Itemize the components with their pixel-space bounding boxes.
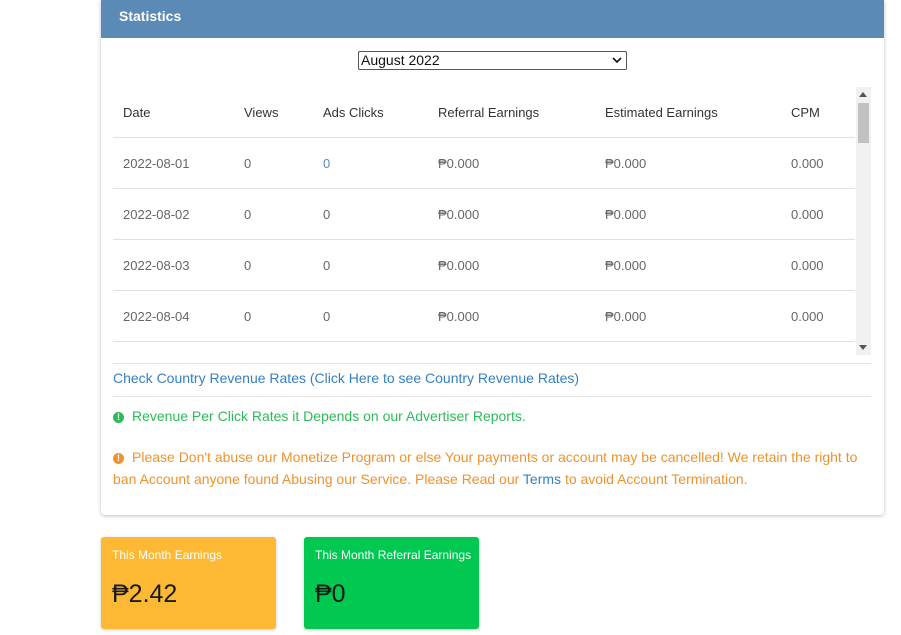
column-header-referral-earnings: Referral Earnings bbox=[428, 87, 595, 138]
cell-cpm: 0.000 bbox=[781, 137, 855, 189]
cell-estimated-earnings: ₱0.000 bbox=[595, 239, 781, 291]
referral-earnings-value: ₱0 bbox=[315, 580, 346, 608]
month-earnings-value: ₱2.42 bbox=[112, 580, 178, 608]
warning-text-end: to avoid Account Termination. bbox=[564, 471, 748, 487]
cell-views: 0 bbox=[234, 188, 313, 240]
scroll-down-arrow-icon[interactable] bbox=[859, 345, 867, 350]
cell-date: 2022-08-02 bbox=[113, 188, 234, 240]
cell-date: 2022-08-01 bbox=[113, 137, 234, 189]
table-row: 2022-08-03 0 0 ₱0.000 ₱0.000 0.000 bbox=[113, 239, 855, 291]
cell-referral-earnings: ₱0.000 bbox=[428, 290, 595, 342]
cell-cpm: 0.000 bbox=[781, 188, 855, 240]
statistics-card: Statistics August 2022 Date Views Ads Cl… bbox=[101, 0, 884, 515]
referral-earnings-card: This Month Referral Earnings ₱0 bbox=[304, 537, 479, 629]
column-header-views: Views bbox=[234, 87, 313, 138]
column-header-ads-clicks: Ads Clicks bbox=[313, 87, 428, 138]
month-earnings-card: This Month Earnings ₱2.42 bbox=[101, 537, 276, 629]
warning-notice: ! Please Don't abuse our Monetize Program… bbox=[113, 446, 873, 490]
month-earnings-label: This Month Earnings bbox=[112, 548, 223, 562]
scroll-up-arrow-icon[interactable] bbox=[859, 92, 867, 97]
cell-referral-earnings: ₱0.000 bbox=[428, 239, 595, 291]
terms-link[interactable]: Terms bbox=[523, 471, 561, 487]
cell-referral-earnings: ₱0.000 bbox=[428, 137, 595, 189]
cell-cpm: 0.000 bbox=[781, 239, 855, 291]
info-notice-text: Revenue Per Click Rates it Depends on ou… bbox=[132, 408, 526, 424]
cell-estimated-earnings: ₱0.000 bbox=[595, 290, 781, 342]
statistics-table: Date Views Ads Clicks Referral Earnings … bbox=[113, 87, 855, 342]
table-header-row: Date Views Ads Clicks Referral Earnings … bbox=[113, 87, 855, 138]
cell-views: 0 bbox=[234, 239, 313, 291]
exclamation-circle-icon: ! bbox=[113, 453, 124, 464]
divider bbox=[113, 363, 871, 364]
cell-ads-clicks: 0 bbox=[313, 137, 428, 189]
info-circle-icon: ! bbox=[113, 412, 124, 423]
cell-date: 2022-08-04 bbox=[113, 290, 234, 342]
month-select[interactable]: August 2022 bbox=[358, 51, 627, 70]
statistics-table-container: Date Views Ads Clicks Referral Earnings … bbox=[113, 87, 871, 355]
scrollbar-thumb[interactable] bbox=[858, 103, 869, 143]
cell-date: 2022-08-03 bbox=[113, 239, 234, 291]
referral-earnings-label: This Month Referral Earnings bbox=[315, 548, 472, 562]
cell-ads-clicks: 0 bbox=[313, 239, 428, 291]
cell-views: 0 bbox=[234, 137, 313, 189]
column-header-cpm: CPM bbox=[781, 87, 855, 138]
cell-views: 0 bbox=[234, 290, 313, 342]
cell-cpm: 0.000 bbox=[781, 290, 855, 342]
table-row: 2022-08-02 0 0 ₱0.000 ₱0.000 0.000 bbox=[113, 188, 855, 240]
cell-referral-earnings: ₱0.000 bbox=[428, 188, 595, 240]
chevron-down-icon bbox=[612, 57, 622, 64]
country-revenue-rates-link[interactable]: Check Country Revenue Rates (Click Here … bbox=[113, 370, 579, 386]
divider bbox=[113, 396, 871, 397]
cell-ads-clicks: 0 bbox=[313, 188, 428, 240]
column-header-date: Date bbox=[113, 87, 234, 138]
info-notice: ! Revenue Per Click Rates it Depends on o… bbox=[113, 408, 526, 424]
table-scrollbar[interactable] bbox=[856, 87, 871, 355]
cell-ads-clicks: 0 bbox=[313, 290, 428, 342]
table-row: 2022-08-01 0 0 ₱0.000 ₱0.000 0.000 bbox=[113, 137, 855, 189]
cell-estimated-earnings: ₱0.000 bbox=[595, 188, 781, 240]
card-title: Statistics bbox=[101, 0, 884, 38]
table-row: 2022-08-04 0 0 ₱0.000 ₱0.000 0.000 bbox=[113, 290, 855, 342]
month-select-value: August 2022 bbox=[361, 52, 440, 68]
column-header-estimated-earnings: Estimated Earnings bbox=[595, 87, 781, 138]
cell-estimated-earnings: ₱0.000 bbox=[595, 137, 781, 189]
